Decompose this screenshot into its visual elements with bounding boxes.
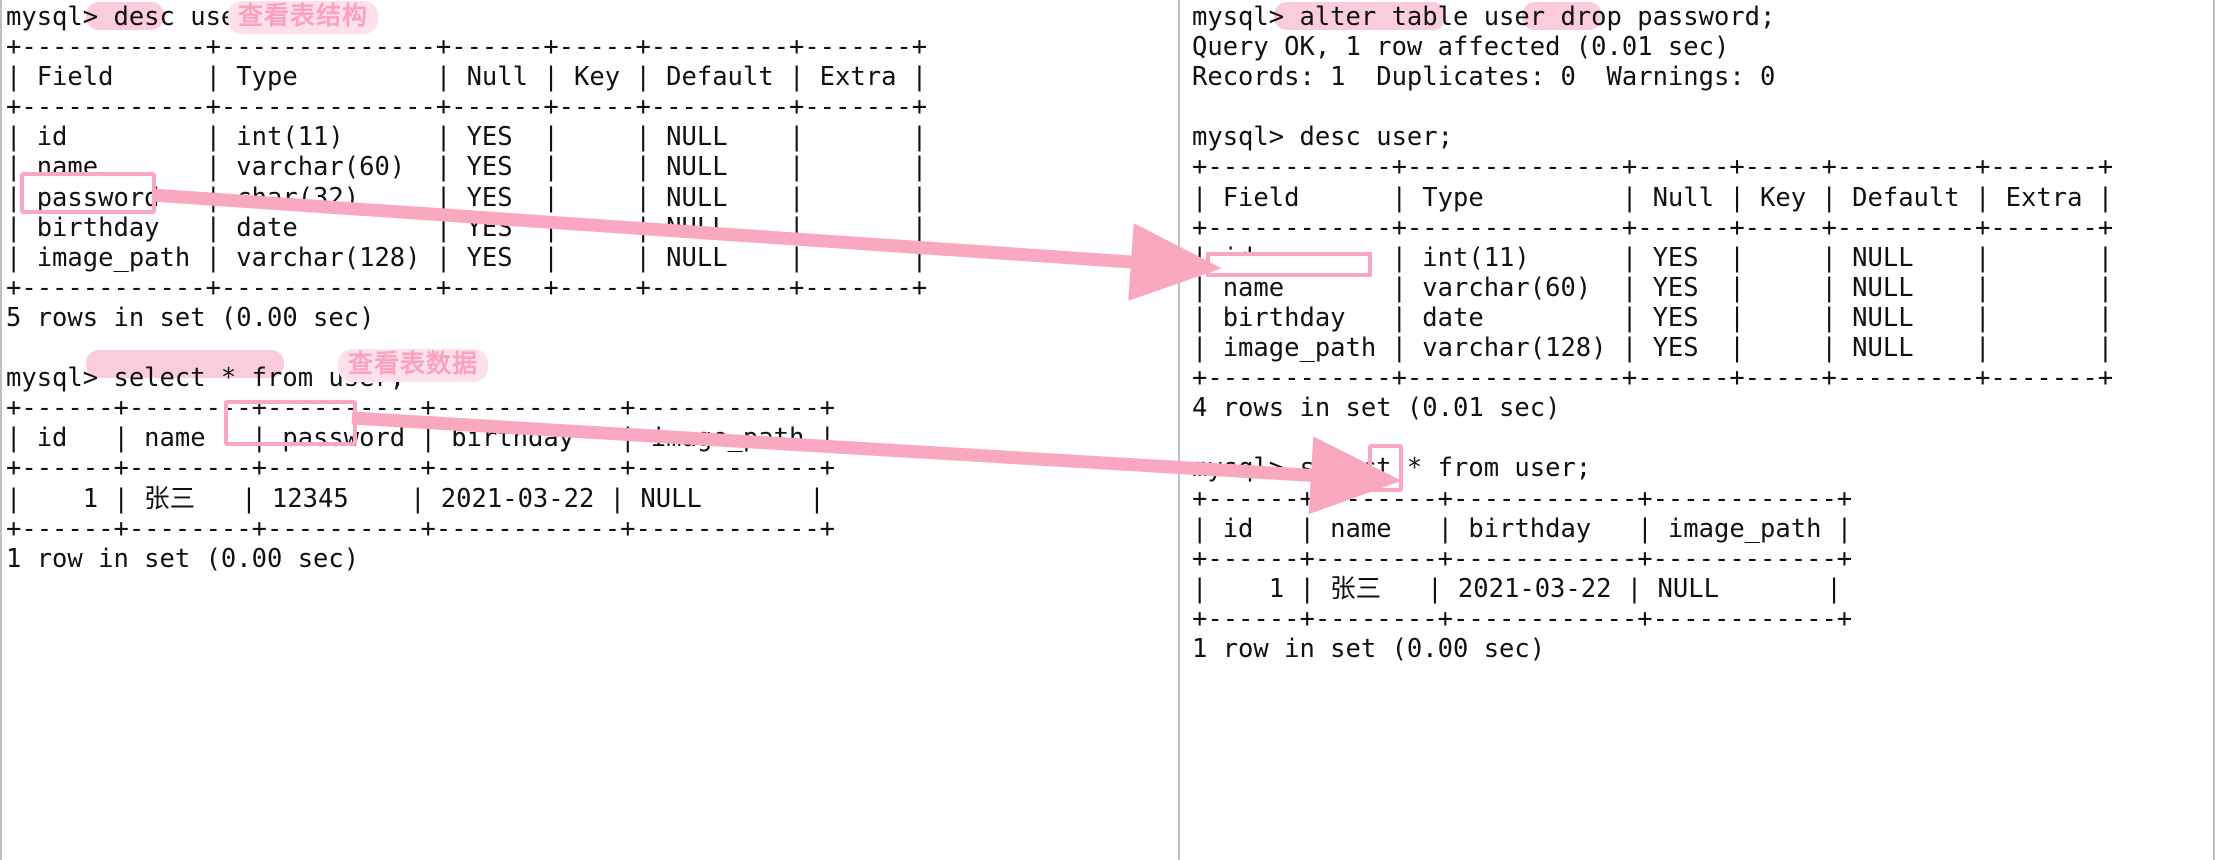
highlight-box-password-field — [20, 172, 156, 214]
right-terminal-output: mysql> alter table user drop password; Q… — [1192, 2, 2114, 664]
highlight-box-missing-password-column — [1368, 444, 1403, 492]
annotation-select-table-data: 查看表数据 — [338, 349, 489, 382]
annotation-desc-table-structure: 查看表结构 — [228, 1, 379, 34]
right-terminal-text-layer: mysql> alter table user drop password; Q… — [1182, 0, 2215, 860]
highlight-box-password-column — [224, 400, 357, 446]
highlight-strip-removed-password-row — [1206, 252, 1372, 277]
panel-divider — [1178, 0, 1180, 860]
left-terminal-output: mysql> desc user; +------------+--------… — [6, 2, 928, 574]
right-terminal-panel: mysql> alter table user drop password; Q… — [1182, 0, 2215, 860]
left-terminal-text-layer: mysql> desc user; +------------+--------… — [0, 0, 1178, 860]
screenshot-root: mysql> desc user; +------------+--------… — [0, 0, 2215, 860]
left-terminal-panel: mysql> desc user; +------------+--------… — [0, 0, 1178, 860]
